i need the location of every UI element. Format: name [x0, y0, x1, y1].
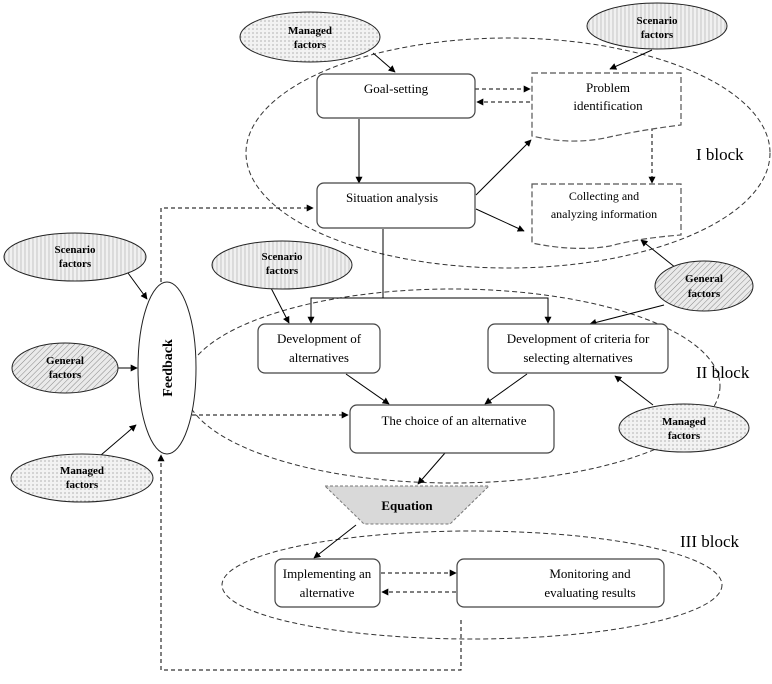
managed2-to-criteria-arrow	[614, 375, 654, 406]
factor-label: factors	[294, 39, 327, 51]
block-3-label: III block	[680, 532, 740, 551]
implementing-label-2: alternative	[300, 585, 355, 600]
general-factors-left: General factors	[11, 342, 119, 394]
criteria-to-choice-arrow	[484, 373, 528, 405]
factor-label: factors	[266, 265, 299, 277]
factor-label: Managed	[662, 416, 706, 428]
managed-factors-top: Managed factors	[239, 11, 381, 63]
collecting-information-label-2: analyzing information	[551, 207, 657, 221]
problem-identification-label-2: identification	[573, 98, 643, 113]
factor-label: factors	[668, 430, 701, 442]
scenario-factors-top: Scenario factors	[586, 2, 728, 50]
scenario-factors-left: Scenario factors	[3, 232, 147, 282]
implementing-label-1: Implementing an	[283, 566, 372, 581]
feedback-ellipse: Feedback	[137, 281, 197, 455]
situation-analysis-box: Situation analysis	[316, 182, 476, 229]
equation-shape: Equation	[323, 485, 491, 525]
scenario-left-to-feedback-arrow	[127, 272, 148, 300]
general-to-collecting-arrow	[640, 239, 677, 269]
situation-analysis-label: Situation analysis	[346, 190, 438, 205]
factor-label: Scenario	[262, 251, 303, 263]
factor-label: factors	[66, 479, 99, 491]
monitoring-label-2: evaluating results	[544, 585, 635, 600]
collecting-information-label-1: Collecting and	[569, 189, 639, 203]
block-2-label: II block	[696, 363, 750, 382]
implementing-alternative-box: Implementing an alternative	[274, 558, 381, 608]
scenario-to-problem-arrow	[609, 49, 653, 70]
managed-to-goal-arrow	[372, 52, 396, 73]
equation-to-implementing-arrow	[313, 524, 357, 559]
development-of-criteria-label-2: selecting alternatives	[523, 350, 632, 365]
managed-left-to-feedback-arrow	[100, 424, 137, 456]
scenario-factors-middle: Scenario factors	[211, 240, 353, 290]
equation-label: Equation	[381, 498, 433, 513]
goal-setting-box: Goal-setting	[316, 73, 476, 119]
choice-of-alternative-box: The choice of an alternative	[349, 404, 555, 454]
block-2-region	[183, 288, 721, 484]
managed-factors-left: Managed factors	[10, 453, 154, 503]
general-factors-right: General factors	[654, 260, 754, 312]
choice-to-equation-arrow	[417, 452, 446, 485]
block-1-label: I block	[696, 145, 744, 164]
development-of-alternatives-label-1: Development of	[277, 331, 362, 346]
factor-label: factors	[49, 369, 82, 381]
situation-to-problem-arrow	[475, 139, 532, 196]
factor-label: Scenario	[637, 15, 678, 27]
factor-label: factors	[688, 288, 721, 300]
choice-of-alternative-label: The choice of an alternative	[381, 413, 526, 428]
feedback-label: Feedback	[161, 339, 176, 397]
factor-label: factors	[641, 29, 674, 41]
development-of-criteria-box: Development of criteria for selecting al…	[487, 323, 669, 374]
development-of-alternatives-label-2: alternatives	[289, 350, 349, 365]
general2-to-criteria-arrow	[589, 304, 665, 326]
factor-label: General	[685, 273, 723, 285]
decision-process-diagram: Goal-setting Problem identification Situ…	[3, 2, 771, 671]
development-of-alternatives-box: Development of alternatives	[257, 323, 381, 374]
situation-to-collecting-arrow	[475, 208, 525, 232]
factor-label: factors	[59, 258, 92, 270]
goal-setting-label: Goal-setting	[364, 81, 429, 96]
development-of-criteria-label-1: Development of criteria for	[507, 331, 650, 346]
factor-label: General	[46, 355, 84, 367]
branch-to-criteria-arrow	[383, 297, 552, 324]
monitoring-results-box: Monitoring and evaluating results	[456, 558, 665, 608]
factor-label: Managed	[288, 25, 332, 37]
alternatives-to-choice-arrow	[345, 373, 390, 405]
scenario2-to-alternatives-arrow	[270, 287, 290, 324]
branch-to-alternatives-arrow	[307, 297, 383, 324]
monitoring-label-1: Monitoring and	[549, 566, 631, 581]
factor-label: Scenario	[55, 244, 96, 256]
problem-identification-label-1: Problem	[586, 80, 630, 95]
factor-label: Managed	[60, 465, 104, 477]
block-1-region	[245, 37, 771, 269]
collecting-information-box: Collecting and analyzing information	[531, 183, 682, 249]
managed-factors-right: Managed factors	[618, 403, 750, 453]
problem-identification-box: Problem identification	[531, 72, 682, 142]
